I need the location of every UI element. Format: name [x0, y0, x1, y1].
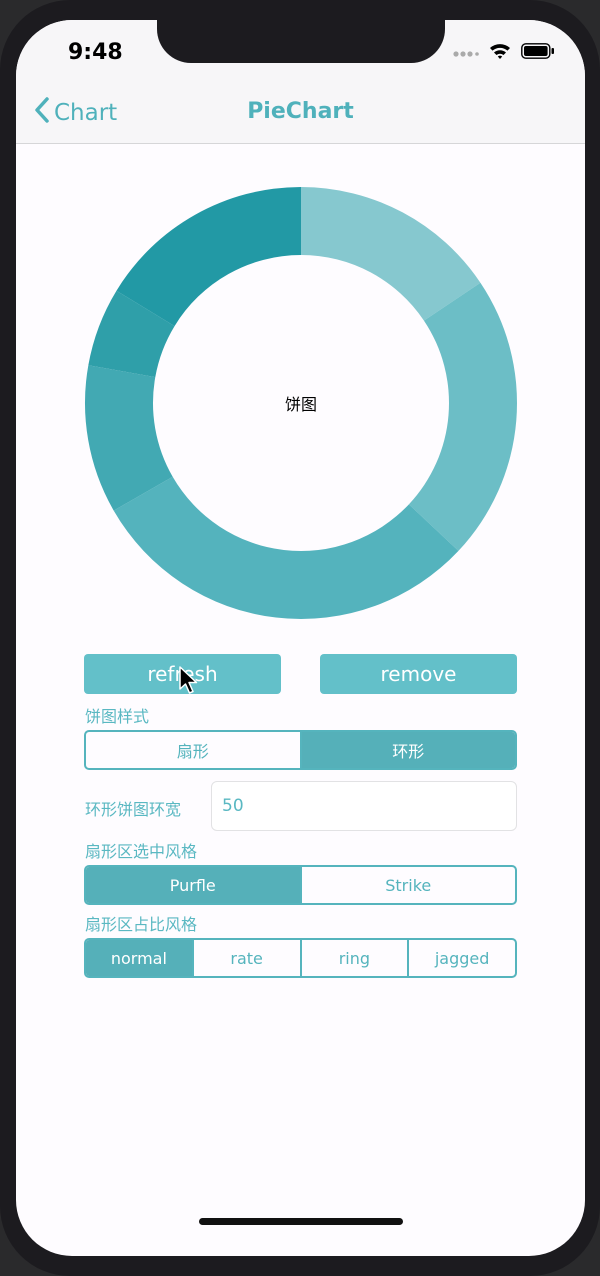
donut-chart: 饼图 — [84, 186, 518, 620]
select-style-option-purfle[interactable]: Purfle — [86, 867, 300, 903]
pie-style-label: 饼图样式 — [85, 707, 150, 726]
select-style-label: 扇形区选中风格 — [85, 842, 198, 861]
status-icons — [453, 42, 555, 64]
remove-button[interactable]: remove — [320, 654, 517, 694]
pie-slice-3[interactable] — [113, 476, 459, 619]
ring-width-label: 环形饼图环宽 — [85, 800, 182, 819]
battery-icon — [521, 43, 555, 63]
pie-slice-2[interactable] — [408, 282, 517, 551]
page-title: PieChart — [247, 99, 354, 124]
pie-slice-1[interactable] — [301, 187, 481, 321]
ratio-style-option-jagged[interactable]: jagged — [407, 940, 515, 976]
select-style-segmented-control: Purfle Strike — [84, 865, 517, 905]
app-screen: 9:48 Chart PieChart 饼图 remove 饼图样式 扇形 环形… — [16, 20, 585, 1256]
ring-width-input[interactable]: 50 — [211, 781, 517, 831]
navigation-bar: Chart PieChart — [16, 86, 585, 144]
ratio-style-option-ring[interactable]: ring — [299, 940, 408, 976]
cursor-icon — [178, 665, 200, 701]
device-notch — [157, 20, 445, 63]
ratio-style-option-rate[interactable]: rate — [191, 940, 300, 976]
wifi-icon — [489, 42, 511, 64]
ratio-style-option-normal[interactable]: normal — [86, 940, 192, 976]
signal-icon — [453, 44, 479, 63]
ratio-style-label: 扇形区占比风格 — [85, 915, 198, 934]
pie-slice-6[interactable] — [116, 187, 301, 327]
select-style-option-strike[interactable]: Strike — [299, 867, 516, 903]
pie-style-option-ring[interactable]: 环形 — [299, 732, 515, 768]
pie-style-option-sector[interactable]: 扇形 — [86, 732, 300, 768]
home-indicator — [199, 1218, 403, 1225]
pie-style-segmented-control: 扇形 环形 — [84, 730, 517, 770]
status-time: 9:48 — [68, 40, 123, 65]
ratio-style-segmented-control: normal rate ring jagged — [84, 938, 517, 978]
donut-chart-svg — [84, 187, 517, 619]
device-frame: 9:48 Chart PieChart 饼图 remove 饼图样式 扇形 环形… — [0, 0, 600, 1276]
